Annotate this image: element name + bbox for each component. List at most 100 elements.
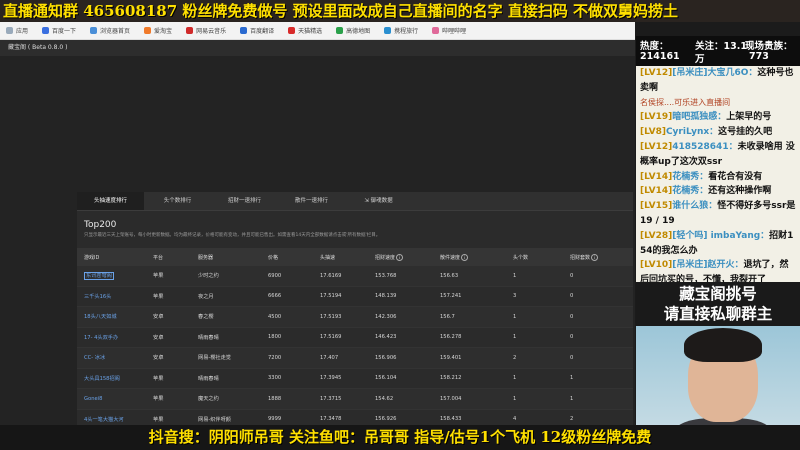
bookmark-item[interactable]: 爱淘宝	[144, 26, 172, 35]
server-cell: 少时之约	[198, 273, 219, 280]
table-header: 游戏ID 平台 服务器 价格 头抽速 招财速度 i 散件速度 i 头个数 招财套数 i	[77, 248, 633, 266]
chat-level: [LV10]	[640, 260, 673, 271]
chat-level: [LV14]	[640, 186, 673, 197]
account-id-link[interactable]: 三千头16头	[77, 293, 153, 300]
ranking-panel: 头抽速度排行 头个数排行 招财一速排行 散件一速排行 ⇲ 御魂数据 Top200…	[77, 192, 633, 430]
chat-level: [LV8]	[640, 127, 666, 138]
chat-panel: [LV12][吊米庄]大宝几6O：这种号也卖啊 名侯探....可乐进入直播间 [LV…	[636, 66, 800, 282]
zhaocai-sets-cell: 1	[570, 395, 574, 402]
account-id-link[interactable]: Gonei8	[77, 396, 153, 402]
bookmark-item[interactable]: 应用	[6, 26, 28, 35]
chat-username[interactable]: [吊米庄]大宝几6O：	[672, 68, 757, 78]
head-speed-cell: 17.5193	[320, 313, 342, 320]
table-row[interactable]: CC- 冰冰 安卓 网易-樱社走觉 7200 17.407 156.906 159.401 2…	[77, 348, 633, 369]
table-row[interactable]: 17- 4头双手办 安卓 晴雨春晴 1800 17.5169 146.423 156.278…	[77, 328, 633, 348]
account-id-link[interactable]: CC- 冰冰	[77, 354, 153, 361]
tab-head-speed[interactable]: 头抽速度排行	[77, 192, 144, 210]
bookmark-icon	[384, 27, 392, 34]
column-header[interactable]: 服务器	[198, 254, 268, 261]
column-header[interactable]: 游戏ID	[77, 254, 153, 261]
server-cell: 魔天之约	[198, 396, 219, 403]
chat-text: 上架早的号	[726, 112, 772, 123]
tab-yuhun-data[interactable]: ⇲ 御魂数据	[345, 192, 412, 210]
chat-message: [LV28][轻个吗] imbaYang：招财154的我怎么办	[636, 229, 800, 259]
tab-zhaocai-speed[interactable]: 招财一速排行	[211, 192, 278, 210]
column-header[interactable]: 招财速度 i	[375, 253, 440, 261]
chat-username[interactable]: 谁什么狼：	[672, 201, 717, 211]
chat-username[interactable]: CyriLynx：	[666, 127, 718, 137]
head-speed-cell: 17.5169	[320, 334, 342, 341]
platform-cell: 安卓	[153, 334, 164, 341]
noble-label: 现场贵族：	[745, 41, 793, 52]
bookmark-item[interactable]: 携程旅行	[384, 26, 418, 35]
column-header[interactable]: 价格	[268, 254, 320, 261]
info-icon: i	[461, 253, 469, 261]
account-id-link[interactable]: 东讯苍穹阁	[77, 272, 153, 281]
table-row[interactable]: 大头具158招阁 苹果 晴雨春晴 3300 17.3945 156.104 158.212 1…	[77, 369, 633, 389]
column-header[interactable]: 平台	[153, 254, 198, 261]
head-speed-cell: 17.5194	[320, 293, 342, 300]
column-header[interactable]: 散件速度 i	[440, 253, 513, 261]
account-id-link[interactable]: 4头一笔大猫大河	[77, 416, 153, 423]
chat-text: 还有这种操作啊	[708, 186, 772, 197]
chat-username[interactable]: [轻个吗] imbaYang：	[672, 231, 769, 241]
bookmark-icon	[336, 27, 344, 34]
tab-sanjian-speed[interactable]: 散件一速排行	[278, 192, 345, 210]
zhaocai-speed-cell: 146.423	[375, 334, 397, 341]
zhaocai-speed-cell: 156.104	[375, 375, 397, 382]
platform-cell: 苹果	[153, 375, 164, 382]
bookmark-item[interactable]: 天猫精选	[288, 26, 322, 35]
bookmark-item[interactable]: 百度一下	[42, 26, 76, 35]
zhaocai-sets-cell: 2	[570, 416, 574, 423]
streamer-hair	[684, 328, 762, 362]
chat-username[interactable]: 暗吧孤独感：	[672, 112, 726, 122]
bookmark-item[interactable]: 高德地图	[336, 26, 370, 35]
platform-cell: 苹果	[153, 396, 164, 403]
head-count-cell: 2	[513, 354, 517, 361]
chat-message: [LV14]花楠秀：还有这种操作啊	[636, 184, 800, 199]
server-cell: 春之樱	[198, 314, 214, 321]
zhaocai-sets-cell: 0	[570, 334, 574, 341]
heat-label: 热度：	[640, 41, 669, 52]
account-id-link[interactable]: 大头具158招阁	[77, 375, 153, 382]
price-cell: 9999	[268, 416, 282, 423]
zhaocai-sets-cell: 0	[570, 293, 574, 300]
promo-box: 藏宝阁挑号 请直接私聊群主	[636, 282, 800, 326]
tab-bar: 头抽速度排行 头个数排行 招财一速排行 散件一速排行 ⇲ 御魂数据	[77, 192, 633, 211]
bookmark-item[interactable]: 浏览器首页	[90, 26, 130, 35]
bookmark-item[interactable]: 百度翻译	[240, 26, 274, 35]
chat-text: 这号挂的久吧	[718, 127, 773, 138]
bookmark-item[interactable]: 哔哩哔哩	[432, 26, 466, 35]
chat-username[interactable]: [吊米庄]赵开火：	[672, 260, 743, 270]
sanjian-speed-cell: 158.212	[440, 375, 462, 382]
account-id-link[interactable]: 17- 4头双手办	[77, 334, 153, 341]
chat-level: [LV15]	[640, 201, 673, 212]
platform-cell: 安卓	[153, 314, 164, 321]
server-cell: 网易-樱社走觉	[198, 355, 231, 362]
account-id-link[interactable]: 18头八天如城	[77, 313, 153, 320]
column-header[interactable]: 招财套数 i	[570, 253, 630, 261]
table-row[interactable]: Gonei8 苹果 魔天之约 1888 17.3715 154.62 157.004 1 1	[77, 389, 633, 410]
sanjian-speed-cell: 157.004	[440, 395, 462, 402]
zhaocai-sets-cell: 0	[570, 272, 574, 279]
follow-label: 关注：13.1	[695, 41, 747, 52]
selected-id[interactable]: 东讯苍穹阁	[84, 272, 114, 281]
price-cell: 6900	[268, 272, 282, 279]
promo-line: 藏宝阁挑号	[679, 284, 757, 303]
column-header[interactable]: 头个数	[513, 254, 570, 261]
tab-head-count[interactable]: 头个数排行	[144, 192, 211, 210]
column-header[interactable]: 头抽速	[320, 254, 375, 261]
bookmark-item[interactable]: 网易云音乐	[186, 26, 226, 35]
chat-username[interactable]: 418528641：	[672, 142, 737, 152]
chat-level: [LV19]	[640, 112, 673, 123]
server-cell: 夜之月	[198, 293, 214, 300]
chat-message: [LV12][吊米庄]大宝几6O：这种号也卖啊	[636, 66, 800, 96]
chat-username[interactable]: 花楠秀：	[672, 172, 708, 182]
table-row[interactable]: 三千头16头 苹果 夜之月 6666 17.5194 148.139 157.241 3 0	[77, 287, 633, 307]
noble-value: 773	[749, 51, 769, 62]
ranking-table: 游戏ID 平台 服务器 价格 头抽速 招财速度 i 散件速度 i 头个数 招财套数 i…	[77, 248, 633, 430]
table-row[interactable]: 东讯苍穹阁 苹果 少时之约 6900 17.6169 153.768 156.63 1 0	[77, 266, 633, 287]
chat-level: [LV14]	[640, 171, 673, 182]
chat-username[interactable]: 花楠秀：	[672, 186, 708, 196]
table-row[interactable]: 18头八天如城 安卓 春之樱 4500 17.5193 142.306 156.7 1 0	[77, 307, 633, 328]
